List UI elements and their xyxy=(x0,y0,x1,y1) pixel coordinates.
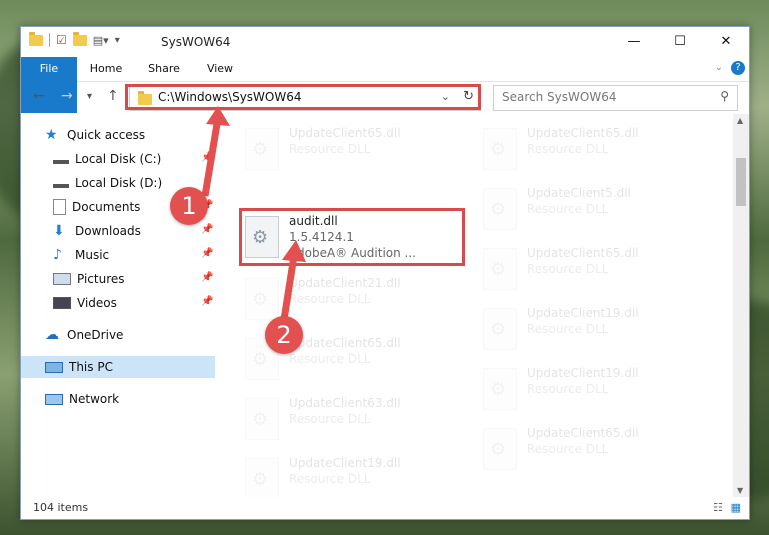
annotation-arrows xyxy=(201,106,306,327)
arrow-1-head xyxy=(206,106,230,126)
step-badge-2: 2 xyxy=(265,316,303,354)
arrow-2-head xyxy=(282,240,306,262)
arrow-1 xyxy=(201,117,222,197)
step-badge-1: 1 xyxy=(170,187,208,225)
